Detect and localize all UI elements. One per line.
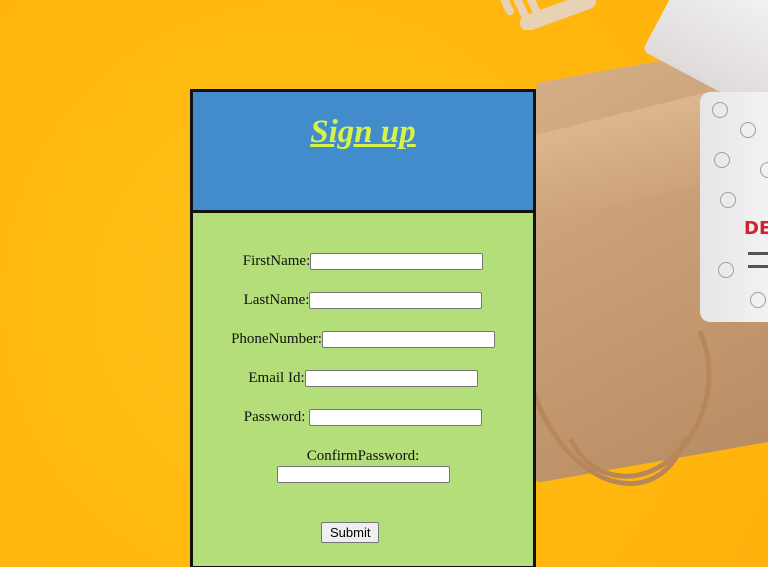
phone-number-row: PhoneNumber: xyxy=(193,331,533,349)
page-title: Sign up xyxy=(310,114,416,150)
last-name-input[interactable] xyxy=(309,292,483,310)
doodle-icon xyxy=(720,192,736,208)
food-box-doodled: DE xyxy=(700,92,768,322)
doodle-icon xyxy=(714,152,730,168)
doodle-icon xyxy=(740,122,756,138)
doodle-icon xyxy=(712,102,728,118)
box-logo: DE xyxy=(744,218,768,239)
password-row: Password: xyxy=(193,409,533,427)
doodle-icon xyxy=(750,292,766,308)
phone-number-input[interactable] xyxy=(321,331,495,349)
confirm-password-label: ConfirmPassword: xyxy=(306,448,420,464)
email-row: Email Id: xyxy=(193,370,533,388)
first-name-row: FirstName: xyxy=(193,253,533,271)
doodle-icon xyxy=(760,162,768,178)
phone-number-label: PhoneNumber: xyxy=(231,331,322,348)
doodle-icon xyxy=(718,262,734,278)
box-stripes xyxy=(748,252,768,268)
password-input[interactable] xyxy=(309,409,483,427)
password-label: Password: xyxy=(243,409,306,426)
confirm-password-row: ConfirmPassword: xyxy=(193,447,533,483)
email-label: Email Id: xyxy=(248,370,305,387)
first-name-label: FirstName: xyxy=(242,253,311,270)
confirm-password-input[interactable] xyxy=(276,466,450,483)
signup-header: Sign up xyxy=(193,92,533,213)
signup-card: Sign up FirstName: LastName: PhoneNumber… xyxy=(190,89,536,567)
email-input[interactable] xyxy=(304,370,478,388)
first-name-input[interactable] xyxy=(310,253,484,271)
last-name-row: LastName: xyxy=(193,292,533,310)
wooden-fork-icon xyxy=(498,0,597,30)
submit-button[interactable]: Submit xyxy=(321,522,380,543)
last-name-label: LastName: xyxy=(243,292,310,309)
